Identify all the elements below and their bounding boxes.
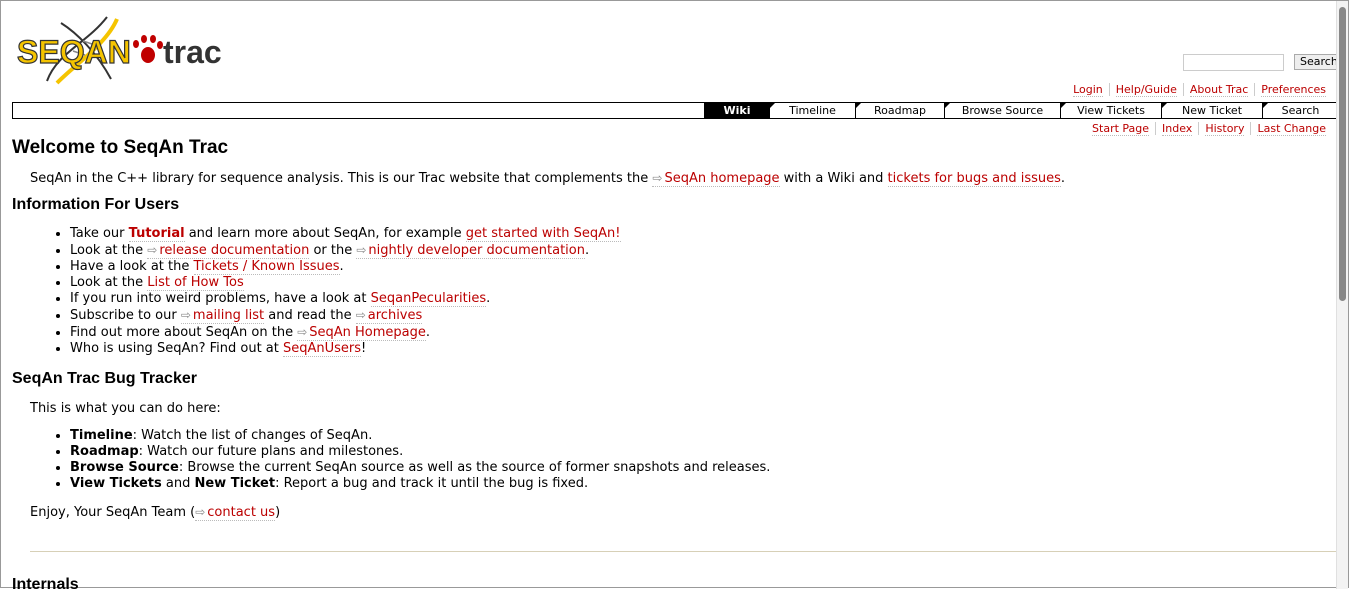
- archives-link[interactable]: archives: [355, 308, 423, 324]
- item-text: Find out more about SeqAn on the: [70, 325, 298, 340]
- item-text: and: [161, 476, 195, 491]
- item-bold: Browse Source: [70, 460, 179, 475]
- item-bold: New Ticket: [194, 476, 276, 491]
- tutorial-label: Tutorial: [128, 226, 185, 241]
- logo-text-trac: trac: [163, 34, 222, 70]
- list-item: Have a look at the Tickets / Known Issue…: [70, 259, 1339, 275]
- seqan-trac-logo[interactable]: SEQAN trac: [16, 13, 229, 85]
- section-divider: [30, 551, 1339, 552]
- item-text: If you run into weird problems, have a l…: [70, 291, 371, 306]
- page-title: Welcome to SeqAn Trac: [12, 137, 229, 158]
- tracker-intro: This is what you can do here:: [30, 401, 221, 416]
- known-issues-link[interactable]: Tickets / Known Issues: [193, 259, 340, 275]
- pecularities-link[interactable]: SeqanPecularities: [370, 291, 487, 307]
- tracker-list: Timeline: Watch the list of changes of S…: [12, 428, 1339, 492]
- search-input[interactable]: [1183, 54, 1284, 71]
- enjoy-text: Enjoy, Your SeqAn Team (: [30, 505, 196, 520]
- item-text: : Watch the list of changes of SeqAn.: [132, 428, 373, 443]
- item-text: Look at the: [70, 275, 148, 290]
- tab-roadmap[interactable]: Roadmap: [855, 103, 944, 118]
- item-bold: View Tickets: [70, 476, 162, 491]
- intro-text: .: [1060, 171, 1066, 186]
- seqan-homepage-link-2[interactable]: SeqAn Homepage: [297, 325, 426, 341]
- intro-paragraph: SeqAn in the C++ library for sequence an…: [12, 171, 1339, 187]
- tutorial-link[interactable]: Tutorial: [128, 226, 185, 242]
- vertical-scrollbar[interactable]: [1336, 1, 1348, 589]
- preferences-link[interactable]: Preferences: [1261, 83, 1326, 97]
- item-text: and learn more about SeqAn, for example: [184, 226, 466, 241]
- item-text: .: [486, 291, 491, 306]
- tab-new-ticket[interactable]: New Ticket: [1161, 103, 1262, 118]
- seqan-users-link[interactable]: SeqAnUsers: [283, 341, 362, 357]
- logo-text-seqan: SEQAN: [17, 34, 131, 70]
- item-text: : Browse the current SeqAn source as wel…: [178, 460, 771, 475]
- contact-us-link[interactable]: contact us: [195, 505, 276, 521]
- list-item: Look at the release documentation or the…: [70, 242, 1339, 259]
- tab-browse-source[interactable]: Browse Source: [944, 103, 1060, 118]
- users-list: Take our Tutorial and learn more about S…: [12, 226, 1339, 357]
- release-docs-link[interactable]: release documentation: [147, 243, 310, 259]
- enjoy-paragraph: Enjoy, Your SeqAn Team (contact us): [12, 505, 1339, 521]
- list-item: Timeline: Watch the list of changes of S…: [70, 428, 1339, 444]
- list-item: Take our Tutorial and learn more about S…: [70, 226, 1339, 242]
- item-text: .: [339, 259, 344, 274]
- scrollbar-thumb[interactable]: [1339, 7, 1346, 301]
- paw-icon: [133, 35, 163, 63]
- tab-wiki[interactable]: Wiki: [704, 103, 769, 118]
- item-text: Who is using SeqAn? Find out at: [70, 341, 283, 356]
- section-heading-tracker: SeqAn Trac Bug Tracker: [12, 370, 197, 387]
- tab-search[interactable]: Search: [1262, 103, 1338, 118]
- how-tos-link[interactable]: List of How Tos: [147, 275, 244, 291]
- main-navigation: Wiki Timeline Roadmap Browse Source View…: [12, 102, 1339, 119]
- list-item: If you run into weird problems, have a l…: [70, 291, 1339, 307]
- intro-text: SeqAn in the C++ library for sequence an…: [30, 171, 653, 186]
- list-item: Find out more about SeqAn on the SeqAn H…: [70, 324, 1339, 341]
- tab-timeline[interactable]: Timeline: [769, 103, 855, 118]
- seqan-homepage-link[interactable]: SeqAn homepage: [652, 171, 780, 187]
- section-heading-internals: Internals: [12, 576, 79, 593]
- item-text: Take our: [70, 226, 129, 241]
- get-started-link[interactable]: get started with SeqAn!: [465, 226, 621, 242]
- tab-view-tickets[interactable]: View Tickets: [1060, 103, 1161, 118]
- item-text: Look at the: [70, 243, 148, 258]
- mailing-list-link[interactable]: mailing list: [180, 308, 265, 324]
- list-item: Look at the List of How Tos: [70, 275, 1339, 291]
- item-bold: Timeline: [70, 428, 133, 443]
- item-text: !: [361, 341, 367, 356]
- list-item: Who is using SeqAn? Find out at SeqAnUse…: [70, 341, 1339, 357]
- search-form: Search: [1183, 54, 1344, 71]
- help-guide-link[interactable]: Help/Guide: [1115, 83, 1177, 97]
- list-item: View Tickets and New Ticket: Report a bu…: [70, 476, 1339, 492]
- enjoy-text: ): [275, 505, 281, 520]
- item-text: Have a look at the: [70, 259, 194, 274]
- login-link[interactable]: Login: [1073, 83, 1103, 97]
- item-text: : Watch our future plans and milestones.: [138, 444, 404, 459]
- logo-graphic: SEQAN trac: [16, 16, 222, 85]
- meta-navigation: Login Help/Guide About Trac Preferences: [1067, 83, 1332, 97]
- item-text: Subscribe to our: [70, 308, 181, 323]
- section-heading-users: Information For Users: [12, 196, 180, 213]
- item-text: .: [584, 243, 590, 258]
- item-text: and read the: [264, 308, 356, 323]
- intro-text: with a Wiki and: [779, 171, 888, 186]
- list-item: Browse Source: Browse the current SeqAn …: [70, 460, 1339, 476]
- item-text: : Report a bug and track it until the bu…: [275, 476, 589, 491]
- list-item: Roadmap: Watch our future plans and mile…: [70, 444, 1339, 460]
- list-item: Subscribe to our mailing list and read t…: [70, 307, 1339, 324]
- item-text: or the: [309, 243, 357, 258]
- wiki-content: Welcome to SeqAn Trac SeqAn in the C++ l…: [12, 133, 1339, 593]
- item-text: .: [425, 325, 431, 340]
- nightly-docs-link[interactable]: nightly developer documentation: [356, 243, 585, 259]
- tickets-link[interactable]: tickets for bugs and issues: [887, 171, 1061, 187]
- about-trac-link[interactable]: About Trac: [1189, 83, 1249, 97]
- item-bold: Roadmap: [70, 444, 139, 459]
